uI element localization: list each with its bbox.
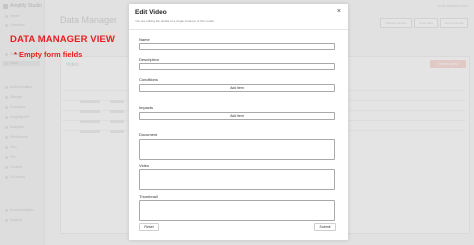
conditions-add-item-button[interactable]: Add item: [139, 84, 335, 92]
name-label: Name: [139, 37, 150, 42]
name-field[interactable]: [139, 43, 335, 50]
close-icon[interactable]: ×: [337, 8, 341, 15]
annotation: DATA MANAGER VIEW * Empty form fields: [10, 34, 115, 59]
divider: [129, 29, 348, 30]
impacts-label: Impacts: [139, 105, 154, 110]
document-label: Document: [139, 132, 158, 137]
thumbnail-label: Thumbnail: [139, 194, 158, 199]
annotation-subtitle: * Empty form fields: [14, 50, 83, 59]
document-field[interactable]: [139, 139, 335, 160]
modal-subtitle: You are editing the details of a single …: [135, 19, 214, 23]
video-label: Video: [139, 163, 150, 168]
description-label: Description: [139, 57, 160, 62]
edit-video-modal: Edit Video You are editing the details o…: [129, 4, 348, 240]
thumbnail-field[interactable]: [139, 200, 335, 221]
description-field[interactable]: [139, 63, 335, 70]
impacts-add-item-button[interactable]: Add item: [139, 112, 335, 120]
submit-button[interactable]: Submit: [314, 223, 336, 231]
conditions-label: Conditions: [139, 77, 158, 82]
reset-button[interactable]: Reset: [139, 223, 159, 231]
video-field[interactable]: [139, 169, 335, 190]
modal-title: Edit Video: [135, 9, 167, 16]
annotation-title: DATA MANAGER VIEW: [10, 34, 115, 45]
